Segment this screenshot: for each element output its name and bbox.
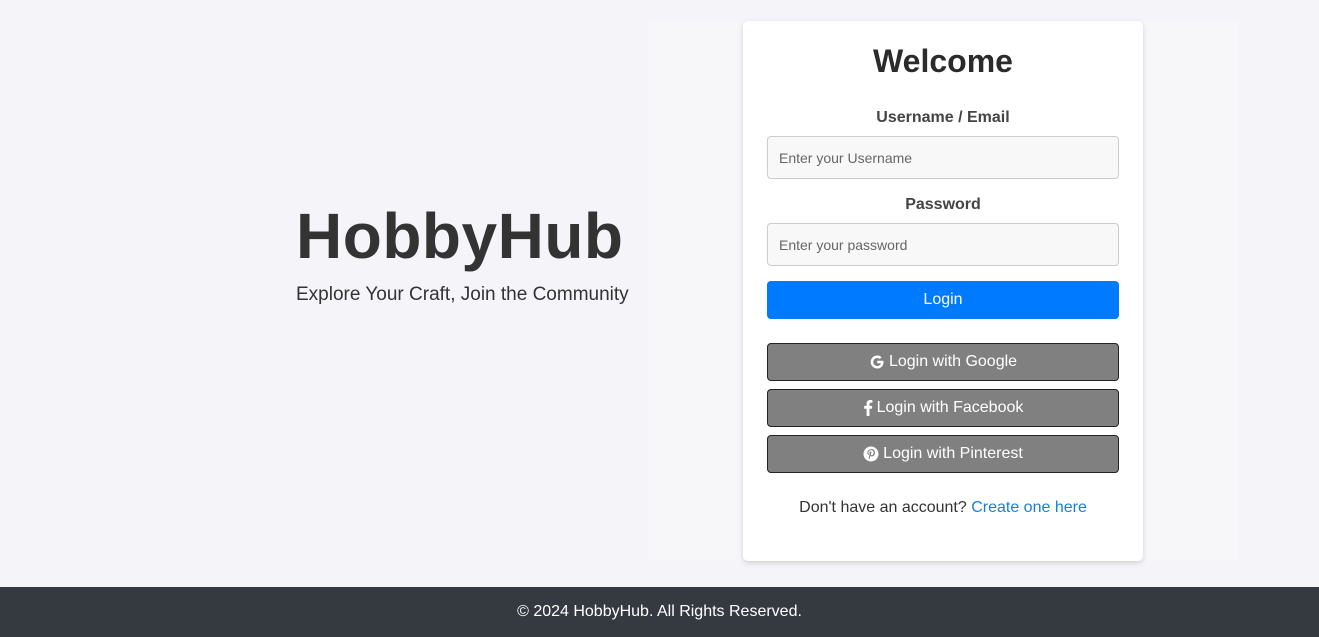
signup-row: Don't have an account? Create one here [743, 499, 1143, 517]
password-label: Password [905, 196, 981, 213]
login-button[interactable]: Login [767, 281, 1119, 319]
brand-title: HobbyHub [296, 200, 624, 272]
footer-copyright: © 2024 HobbyHub. All Rights Reserved. [517, 603, 802, 620]
facebook-icon [863, 400, 873, 416]
footer: © 2024 HobbyHub. All Rights Reserved. [0, 587, 1319, 637]
login-card: Welcome Username / Email Password Login … [743, 21, 1143, 561]
login-google-button[interactable]: Login with Google [767, 343, 1119, 381]
hero-section: HobbyHub Explore Your Craft, Join the Co… [296, 196, 629, 306]
password-input[interactable] [767, 223, 1119, 266]
brand-tagline: Explore Your Craft, Join the Community [296, 284, 629, 305]
login-page: HobbyHub Explore Your Craft, Join the Co… [0, 0, 1319, 637]
username-input[interactable] [767, 136, 1119, 179]
pinterest-icon [863, 446, 879, 462]
login-facebook-label: Login with Facebook [876, 399, 1024, 416]
login-pinterest-button[interactable]: Login with Pinterest [767, 435, 1119, 473]
login-title: Welcome [873, 43, 1013, 79]
username-label: Username / Email [876, 109, 1010, 126]
login-google-label: Login with Google [888, 353, 1018, 370]
signup-prompt: Don't have an account? [799, 499, 972, 516]
login-pinterest-label: Login with Pinterest [883, 445, 1023, 462]
google-icon [869, 354, 885, 370]
signup-link[interactable]: Create one here [971, 499, 1087, 516]
login-facebook-button[interactable]: Login with Facebook [767, 389, 1119, 427]
